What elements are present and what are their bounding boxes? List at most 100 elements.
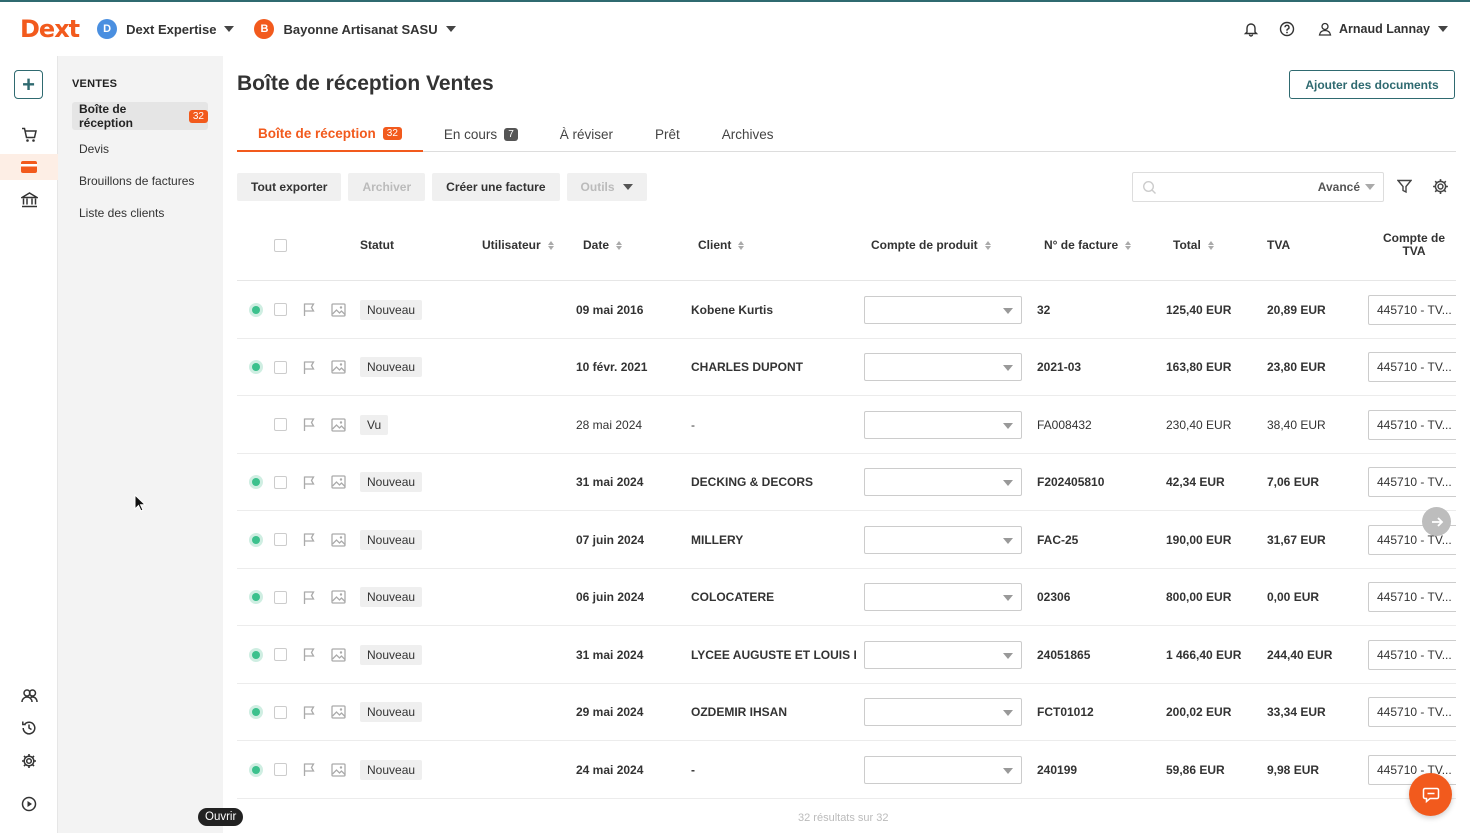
flag-icon[interactable] (302, 454, 317, 511)
new-indicator-dot (249, 532, 263, 547)
tab-to-review[interactable]: À réviser (539, 116, 634, 152)
tva-account-field[interactable]: 445710 - TV... (1368, 352, 1456, 382)
table-row[interactable]: Nouveau 09 mai 2016 Kobene Kurtis 32 125,40 … (237, 281, 1456, 339)
add-icon[interactable]: + (14, 70, 43, 99)
tab-archives[interactable]: Archives (701, 116, 795, 152)
history-icon[interactable] (0, 715, 58, 741)
flag-icon[interactable] (302, 626, 317, 683)
scroll-right-button[interactable] (1422, 507, 1451, 536)
flag-icon[interactable] (302, 569, 317, 626)
subnav-item-drafts[interactable]: Brouillons de factures (72, 167, 208, 195)
tools-dropdown[interactable]: Outils (566, 173, 647, 201)
subnav-item-quotes[interactable]: Devis (72, 135, 208, 163)
product-account-select[interactable] (864, 755, 1022, 784)
tva-account-field[interactable]: 445710 - TV... (1368, 294, 1456, 325)
org-switcher-client[interactable]: B Bayonne Artisanat SASU (254, 19, 456, 39)
table-row[interactable]: Vu 28 mai 2024 - FA008432 230,40 EUR 38,40 EU… (237, 396, 1456, 454)
flag-icon[interactable] (302, 281, 317, 338)
product-account-select[interactable] (864, 353, 1022, 381)
play-circle-icon[interactable] (0, 791, 58, 817)
image-preview-icon[interactable] (331, 569, 346, 626)
sort-icon (616, 240, 623, 250)
help-icon[interactable] (1278, 20, 1296, 38)
tva-account-field[interactable]: 445710 - TV... (1368, 409, 1456, 440)
flag-icon[interactable] (302, 684, 317, 741)
tab-inbox[interactable]: Boîte de réception 32 (237, 116, 423, 152)
flag-icon[interactable] (302, 741, 317, 798)
image-preview-icon[interactable] (331, 684, 346, 741)
image-preview-icon[interactable] (331, 511, 346, 568)
filter-icon[interactable] (1396, 179, 1413, 197)
advanced-search-dropdown[interactable]: Avancé (1318, 180, 1375, 194)
add-documents-button[interactable]: Ajouter des documents (1289, 70, 1455, 99)
tva-account-field[interactable]: 445710 - TV... (1368, 582, 1456, 612)
product-account-select[interactable] (864, 410, 1022, 439)
subnav-item-inbox[interactable]: Boîte de réception 32 (72, 102, 208, 130)
clients-icon[interactable] (0, 683, 58, 709)
new-indicator-dot (249, 762, 263, 777)
image-preview-icon[interactable] (331, 396, 346, 453)
user-menu[interactable]: Arnaud Lannay (1318, 22, 1448, 36)
row-checkbox[interactable] (274, 590, 287, 604)
tab-in-progress[interactable]: En cours 7 (423, 116, 539, 152)
image-preview-icon[interactable] (331, 626, 346, 683)
col-date[interactable]: Date (583, 209, 623, 281)
row-checkbox[interactable] (274, 303, 287, 316)
table-row[interactable]: Nouveau 10 févr. 2021 CHARLES DUPONT 2021-0… (237, 339, 1456, 396)
settings-gear-icon[interactable] (0, 748, 58, 774)
row-checkbox[interactable] (274, 705, 287, 719)
row-checkbox[interactable] (274, 418, 287, 431)
row-checkbox[interactable] (274, 475, 287, 489)
product-account-select[interactable] (864, 295, 1022, 324)
purchases-cart-icon[interactable] (0, 122, 58, 148)
tva-account-field[interactable]: 445710 - TV... (1368, 639, 1456, 670)
dext-logo[interactable]: Dext (20, 15, 80, 43)
chat-button[interactable] (1409, 773, 1452, 816)
col-user[interactable]: Utilisateur (482, 209, 554, 281)
tva-account-field[interactable]: 445710 - TV... (1368, 697, 1456, 727)
col-invoice-no[interactable]: N° de facture (1044, 209, 1132, 281)
bell-icon[interactable] (1242, 20, 1260, 38)
product-account-select[interactable] (864, 468, 1022, 496)
col-product-account[interactable]: Compte de produit (871, 209, 991, 281)
row-checkbox[interactable] (274, 360, 287, 374)
product-account-select[interactable] (864, 525, 1022, 554)
flag-icon[interactable] (302, 511, 317, 568)
export-all-button[interactable]: Tout exporter (237, 173, 342, 201)
image-preview-icon[interactable] (331, 741, 346, 798)
client-cell: CHARLES DUPONT (691, 360, 804, 374)
row-checkbox[interactable] (274, 648, 287, 661)
toolbar: Tout exporter Archiver Créer une facture… (237, 173, 654, 201)
subnav-item-clients[interactable]: Liste des clients (72, 199, 208, 227)
org-switcher-expertise[interactable]: D Dext Expertise (97, 19, 235, 39)
product-account-select[interactable] (864, 698, 1022, 726)
search-input[interactable] (1157, 173, 1318, 201)
table-row[interactable]: Nouveau 29 mai 2024 OZDEMIR IHSAN FCT01012 2… (237, 684, 1456, 741)
image-preview-icon[interactable] (331, 281, 346, 338)
col-client[interactable]: Client (698, 209, 745, 281)
table-row[interactable]: Nouveau 31 mai 2024 LYCEE AUGUSTE ET LOUIS… (237, 626, 1456, 684)
flag-icon[interactable] (302, 339, 317, 396)
invoice-number-cell: FCT01012 (1037, 705, 1094, 719)
table-row[interactable]: Nouveau 06 juin 2024 COLOCATERE 02306 800,00… (237, 569, 1456, 626)
archive-button[interactable]: Archiver (348, 173, 426, 201)
table-row[interactable]: Nouveau 24 mai 2024 - 240199 59,86 EUR 9,98 E… (237, 741, 1456, 799)
product-account-select[interactable] (864, 583, 1022, 611)
table-row[interactable]: Nouveau 07 juin 2024 MILLERY FAC-25 190,00 E… (237, 511, 1456, 569)
product-account-select[interactable] (864, 640, 1022, 669)
table-header: Statut Utilisateur Date Client Compte de… (237, 209, 1456, 281)
bank-icon[interactable] (0, 187, 58, 213)
sales-card-icon[interactable] (0, 154, 58, 180)
tva-account-field[interactable]: 445710 - TV... (1368, 467, 1456, 497)
tab-ready[interactable]: Prêt (634, 116, 701, 152)
col-total[interactable]: Total (1173, 209, 1214, 281)
row-checkbox[interactable] (274, 533, 287, 546)
flag-icon[interactable] (302, 396, 317, 453)
row-checkbox[interactable] (274, 763, 287, 776)
create-invoice-button[interactable]: Créer une facture (432, 173, 560, 201)
table-settings-gear-icon[interactable] (1432, 178, 1449, 198)
table-row[interactable]: Nouveau 31 mai 2024 DECKING & DECORS F20240… (237, 454, 1456, 511)
image-preview-icon[interactable] (331, 454, 346, 511)
image-preview-icon[interactable] (331, 339, 346, 396)
select-all-checkbox[interactable] (274, 238, 287, 252)
